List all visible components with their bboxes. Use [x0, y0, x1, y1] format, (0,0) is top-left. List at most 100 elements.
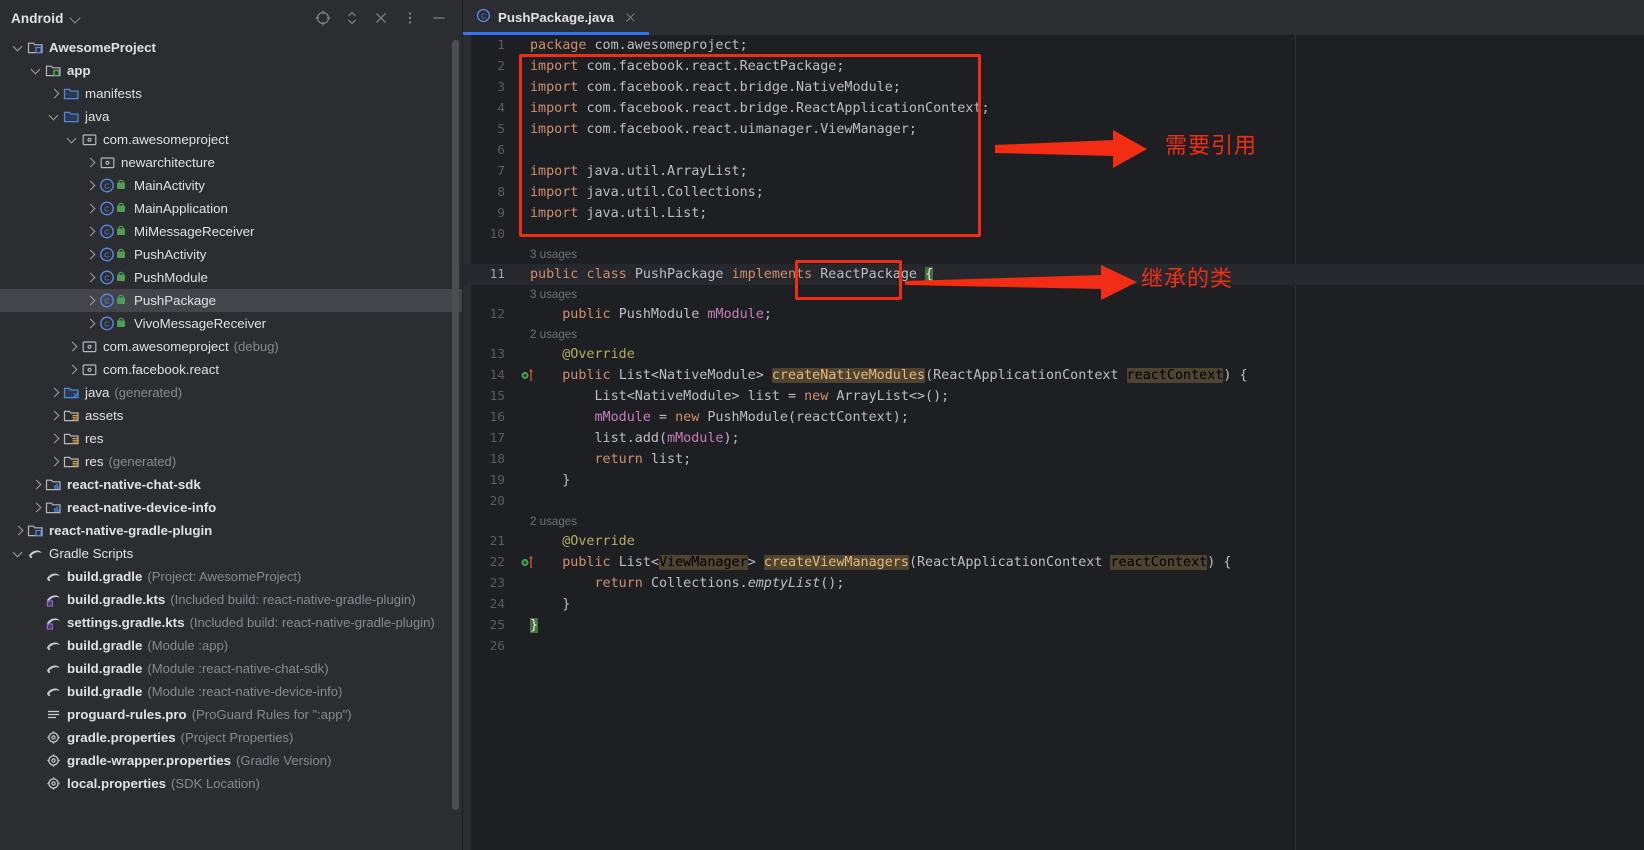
code-line[interactable]: 22 public List<ViewManager> createViewMa… — [463, 552, 1644, 573]
tree-item-settings-gradle-kts[interactable]: Ksettings.gradle.kts(Included build: rea… — [0, 611, 462, 634]
usages-hint[interactable]: 2 usages — [463, 325, 1644, 344]
code-line[interactable]: 1package com.awesomeproject; — [463, 35, 1644, 56]
tree-item-pushmodule[interactable]: CPushModule — [0, 266, 462, 289]
code-line[interactable]: 11public class PushPackage implements Re… — [463, 264, 1644, 285]
tree-item-java[interactable]: java — [0, 105, 462, 128]
chevron-right-icon[interactable] — [83, 178, 98, 193]
tree-item-build-gradle[interactable]: build.gradle(Module :react-native-chat-s… — [0, 657, 462, 680]
chevron-right-icon[interactable] — [65, 362, 80, 377]
locate-icon[interactable] — [314, 9, 332, 27]
chevron-right-icon[interactable] — [11, 523, 26, 538]
chevron-right-icon[interactable] — [47, 86, 62, 101]
code-line[interactable]: 14 public List<NativeModule> createNativ… — [463, 365, 1644, 386]
tree-item-com-facebook-react[interactable]: com.facebook.react — [0, 358, 462, 381]
tree-item-com-awesomeproject[interactable]: com.awesomeproject(debug) — [0, 335, 462, 358]
chevron-down-icon[interactable] — [69, 11, 83, 25]
code-line[interactable]: 12 public PushModule mModule; — [463, 304, 1644, 325]
tree-item-gradle-properties[interactable]: gradle.properties(Project Properties) — [0, 726, 462, 749]
chevron-right-icon[interactable] — [47, 431, 62, 446]
chevron-right-icon[interactable] — [83, 293, 98, 308]
chevron-right-icon[interactable] — [83, 201, 98, 216]
expand-collapse-icon[interactable] — [343, 9, 361, 27]
tree-item-pushpackage[interactable]: CPushPackage — [0, 289, 462, 312]
chevron-right-icon[interactable] — [47, 385, 62, 400]
chevron-down-icon[interactable] — [47, 109, 62, 124]
code-line[interactable]: 2import com.facebook.react.ReactPackage; — [463, 56, 1644, 77]
override-marker-icon[interactable] — [520, 365, 536, 386]
close-icon[interactable] — [623, 10, 638, 25]
tree-item-react-native-gradle-plugin[interactable]: react-native-gradle-plugin — [0, 519, 462, 542]
collapse-all-icon[interactable] — [372, 9, 390, 27]
chevron-right-icon[interactable] — [83, 247, 98, 262]
more-options-icon[interactable] — [401, 9, 419, 27]
tree-item-build-gradle-kts[interactable]: Kbuild.gradle.kts(Included build: react-… — [0, 588, 462, 611]
chevron-right-icon[interactable] — [47, 408, 62, 423]
tab-pushpackage-java[interactable]: C PushPackage.java — [463, 0, 649, 35]
tree-item-local-properties[interactable]: local.properties(SDK Location) — [0, 772, 462, 795]
code-line[interactable]: 9import java.util.List; — [463, 203, 1644, 224]
tree-item-vivomessagereceiver[interactable]: CVivoMessageReceiver — [0, 312, 462, 335]
minimize-icon[interactable] — [430, 9, 448, 27]
chevron-right-icon[interactable] — [65, 339, 80, 354]
chevron-right-icon[interactable] — [83, 155, 98, 170]
code-line[interactable]: 20 — [463, 491, 1644, 512]
chevron-right-icon[interactable] — [83, 224, 98, 239]
chevron-right-icon[interactable] — [83, 316, 98, 331]
code-line[interactable]: 5import com.facebook.react.uimanager.Vie… — [463, 119, 1644, 140]
tree-item-mainapplication[interactable]: CMainApplication — [0, 197, 462, 220]
code-surface[interactable]: 1package com.awesomeproject;2import com.… — [463, 35, 1644, 850]
tree-item-app[interactable]: app — [0, 59, 462, 82]
chevron-down-icon[interactable] — [11, 546, 26, 561]
chevron-down-icon[interactable] — [11, 40, 26, 55]
usages-hint[interactable]: 3 usages — [463, 285, 1644, 304]
code-line[interactable]: 4import com.facebook.react.bridge.ReactA… — [463, 98, 1644, 119]
code-line[interactable]: 16 mModule = new PushModule(reactContext… — [463, 407, 1644, 428]
tree-item-build-gradle[interactable]: build.gradle(Module :app) — [0, 634, 462, 657]
sidebar-scrollbar[interactable] — [452, 40, 459, 810]
chevron-right-icon[interactable] — [29, 477, 44, 492]
code-line[interactable]: 17 list.add(mModule); — [463, 428, 1644, 449]
tree-item-awesomeproject[interactable]: AwesomeProject — [0, 36, 462, 59]
code-line[interactable]: 23 return Collections.emptyList(); — [463, 573, 1644, 594]
override-marker-icon[interactable] — [520, 552, 536, 573]
code-line[interactable]: 24 } — [463, 594, 1644, 615]
tree-item-assets[interactable]: assets — [0, 404, 462, 427]
code-line[interactable]: 21 @Override — [463, 531, 1644, 552]
tree-item-res[interactable]: res — [0, 427, 462, 450]
chevron-right-icon[interactable] — [47, 454, 62, 469]
tree-item-proguard-rules-pro[interactable]: proguard-rules.pro(ProGuard Rules for ":… — [0, 703, 462, 726]
code-line[interactable]: 18 return list; — [463, 449, 1644, 470]
code-line[interactable]: 25} — [463, 615, 1644, 636]
code-line[interactable]: 7import java.util.ArrayList; — [463, 161, 1644, 182]
tree-item-gradle-wrapper-properties[interactable]: gradle-wrapper.properties(Gradle Version… — [0, 749, 462, 772]
tree-item-java[interactable]: java(generated) — [0, 381, 462, 404]
code-line[interactable]: 26 — [463, 636, 1644, 657]
code-line[interactable]: 6 — [463, 140, 1644, 161]
usages-hint[interactable]: 2 usages — [463, 512, 1644, 531]
tree-item-gradle-scripts[interactable]: Gradle Scripts — [0, 542, 462, 565]
chevron-right-icon[interactable] — [83, 270, 98, 285]
tree-item-react-native-chat-sdk[interactable]: react-native-chat-sdk — [0, 473, 462, 496]
tree-item-mainactivity[interactable]: CMainActivity — [0, 174, 462, 197]
code-line[interactable]: 19 } — [463, 470, 1644, 491]
project-tree[interactable]: AwesomeProjectappmanifestsjavacom.awesom… — [0, 36, 462, 850]
code-line[interactable]: 3import com.facebook.react.bridge.Native… — [463, 77, 1644, 98]
tree-item-build-gradle[interactable]: build.gradle(Project: AwesomeProject) — [0, 565, 462, 588]
code-lines[interactable]: 1package com.awesomeproject;2import com.… — [463, 35, 1644, 850]
chevron-down-icon[interactable] — [65, 132, 80, 147]
code-line[interactable]: 10 — [463, 224, 1644, 245]
tree-item-com-awesomeproject[interactable]: com.awesomeproject — [0, 128, 462, 151]
code-line[interactable]: 8import java.util.Collections; — [463, 182, 1644, 203]
usages-hint[interactable]: 3 usages — [463, 245, 1644, 264]
sidebar-title[interactable]: Android — [11, 11, 63, 26]
code-line[interactable]: 13 @Override — [463, 344, 1644, 365]
code-line[interactable]: 15 List<NativeModule> list = new ArrayLi… — [463, 386, 1644, 407]
tree-item-mimessagereceiver[interactable]: CMiMessageReceiver — [0, 220, 462, 243]
tree-item-react-native-device-info[interactable]: react-native-device-info — [0, 496, 462, 519]
tree-item-pushactivity[interactable]: CPushActivity — [0, 243, 462, 266]
chevron-right-icon[interactable] — [29, 500, 44, 515]
chevron-down-icon[interactable] — [29, 63, 44, 78]
tree-item-res[interactable]: res(generated) — [0, 450, 462, 473]
tree-item-build-gradle[interactable]: build.gradle(Module :react-native-device… — [0, 680, 462, 703]
tree-item-newarchitecture[interactable]: newarchitecture — [0, 151, 462, 174]
